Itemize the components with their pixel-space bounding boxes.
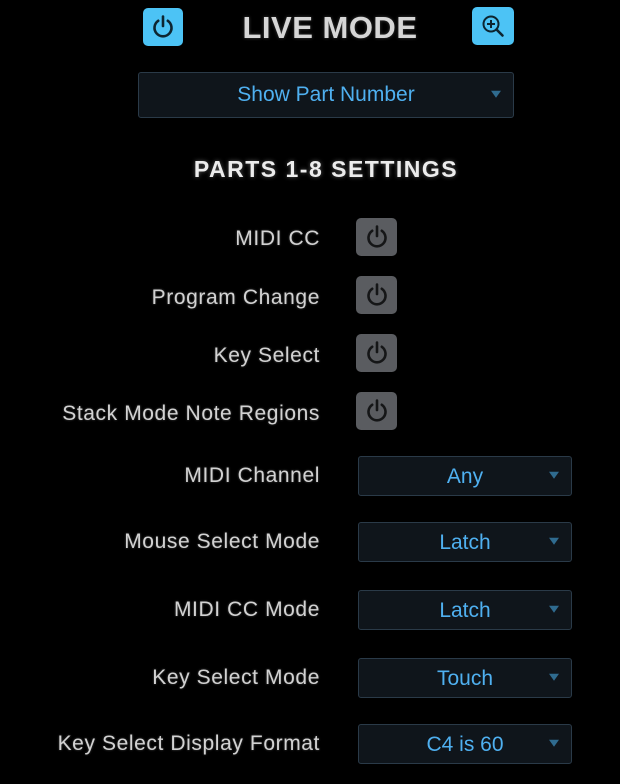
power-icon (366, 399, 387, 422)
key-select-display-format-dropdown[interactable]: C4 is 60 (358, 724, 572, 764)
display-mode-value: Show Part Number (237, 83, 415, 106)
power-icon (153, 15, 173, 38)
chevron-down-icon (491, 90, 501, 98)
toggle-label-midi-cc: MIDI CC (235, 227, 320, 250)
midi-channel-dropdown[interactable]: Any (358, 456, 572, 496)
section-title: PARTS 1-8 SETTINGS (193, 156, 459, 182)
power-icon (366, 341, 387, 364)
chevron-down-icon (549, 471, 559, 479)
power-icon (366, 225, 387, 248)
midi-cc-mode-dropdown[interactable]: Latch (358, 590, 572, 630)
midi-cc-mode-value: Latch (439, 599, 491, 622)
display-mode-dropdown[interactable]: Show Part Number (138, 72, 514, 118)
select-label-midi-cc-mode: MIDI CC Mode (173, 598, 320, 621)
key-select-mode-value: Touch (436, 667, 494, 690)
toggle-label-program-change: Program Change (151, 286, 320, 309)
key-select-mode-dropdown[interactable]: Touch (358, 658, 572, 698)
select-label-mouse-select-mode: Mouse Select Mode (124, 530, 320, 553)
live-mode-power-button[interactable] (143, 8, 183, 46)
zoom-in-icon (482, 15, 504, 37)
mouse-select-mode-value: Latch (439, 531, 491, 554)
midi-channel-value: Any (446, 465, 484, 488)
key-select-toggle[interactable] (356, 334, 397, 372)
chevron-down-icon (549, 537, 559, 545)
chevron-down-icon (549, 739, 559, 747)
program-change-toggle[interactable] (356, 276, 397, 314)
select-label-midi-channel: MIDI Channel (184, 464, 320, 487)
select-label-key-select-display-format: Key Select Display Format (57, 732, 320, 755)
select-label-key-select-mode: Key Select Mode (152, 666, 320, 689)
zoom-button[interactable] (472, 7, 514, 45)
midi-cc-toggle[interactable] (356, 218, 397, 256)
toggle-label-key-select: Key Select (213, 344, 320, 367)
chevron-down-icon (549, 673, 559, 681)
toggle-label-stack-mode-note-regions: Stack Mode Note Regions (62, 402, 320, 425)
key-select-display-format-value: C4 is 60 (426, 733, 504, 756)
page-title: LIVE MODE (242, 10, 418, 45)
stack-mode-note-regions-toggle[interactable] (356, 392, 397, 430)
chevron-down-icon (549, 605, 559, 613)
power-icon (366, 283, 387, 306)
mouse-select-mode-dropdown[interactable]: Latch (358, 522, 572, 562)
